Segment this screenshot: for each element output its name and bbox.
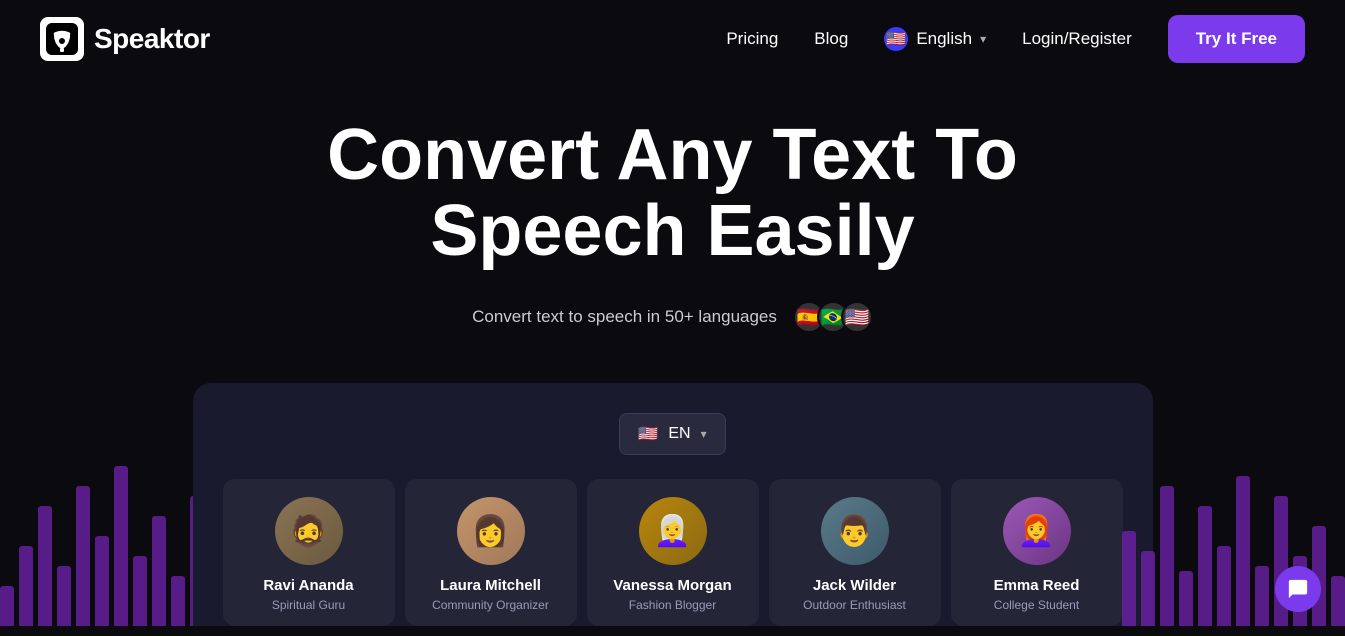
lang-code: EN: [668, 425, 690, 443]
navbar: Speaktor Pricing Blog 🇺🇸 English ▾ Login…: [0, 0, 1345, 78]
voice-card-emma[interactable]: 👩‍🦰 Emma Reed College Student: [951, 479, 1123, 626]
voice-name-laura: Laura Mitchell: [440, 577, 541, 594]
voice-role-vanessa: Fashion Blogger: [629, 598, 716, 612]
voice-avatar-ravi: 🧔: [275, 497, 343, 565]
wave-bar: [38, 506, 52, 626]
flags-row: 🇪🇸 🇧🇷 🇺🇸: [793, 301, 873, 333]
pricing-link[interactable]: Pricing: [726, 29, 778, 49]
app-preview: 🇺🇸 EN ▾ 🧔 Ravi Ananda Spiritual Guru 👩 Laura…: [193, 383, 1153, 626]
wave-bar: [1255, 566, 1269, 626]
logo-text: Speaktor: [94, 23, 210, 55]
wave-bar: [1179, 571, 1193, 626]
wave-bar: [1236, 476, 1250, 626]
wave-bar: [1217, 546, 1231, 626]
wave-bar: [1141, 551, 1155, 626]
voice-name-jack: Jack Wilder: [813, 577, 896, 594]
voice-name-vanessa: Vanessa Morgan: [613, 577, 731, 594]
voice-role-laura: Community Organizer: [432, 598, 549, 612]
voice-role-jack: Outdoor Enthusiast: [803, 598, 906, 612]
wave-bar: [152, 516, 166, 626]
wave-bar: [171, 576, 185, 626]
voice-card-ravi[interactable]: 🧔 Ravi Ananda Spiritual Guru: [223, 479, 395, 626]
voice-card-laura[interactable]: 👩 Laura Mitchell Community Organizer: [405, 479, 577, 626]
logo-icon: [40, 17, 84, 61]
waveform-left: [0, 406, 223, 626]
subtitle-text: Convert text to speech in 50+ languages: [472, 307, 777, 327]
wave-bar: [95, 536, 109, 626]
app-preview-wrapper: 🇺🇸 EN ▾ 🧔 Ravi Ananda Spiritual Guru 👩 Laura…: [0, 383, 1345, 626]
wave-bar: [19, 546, 33, 626]
blog-link[interactable]: Blog: [814, 29, 848, 49]
wave-bar: [76, 486, 90, 626]
lang-flag: 🇺🇸: [638, 424, 658, 444]
wave-bar: [1331, 576, 1345, 626]
voice-avatar-laura: 👩: [457, 497, 525, 565]
chat-button[interactable]: [1275, 566, 1321, 612]
login-link[interactable]: Login/Register: [1022, 29, 1132, 49]
chevron-down-icon: ▾: [701, 427, 707, 441]
voice-role-ravi: Spiritual Guru: [272, 598, 345, 612]
voice-card-jack[interactable]: 👨 Jack Wilder Outdoor Enthusiast: [769, 479, 941, 626]
voice-card-vanessa[interactable]: 👩‍🦳 Vanessa Morgan Fashion Blogger: [587, 479, 759, 626]
logo[interactable]: Speaktor: [40, 17, 210, 61]
language-dropdown[interactable]: 🇺🇸 EN ▾: [619, 413, 725, 455]
voice-role-emma: College Student: [994, 598, 1079, 612]
language-label: English: [916, 29, 972, 49]
try-it-free-button[interactable]: Try It Free: [1168, 15, 1305, 63]
voice-avatar-emma: 👩‍🦰: [1003, 497, 1071, 565]
voice-name-emma: Emma Reed: [994, 577, 1080, 594]
hero-title: Convert Any Text To Speech Easily: [223, 118, 1123, 269]
wave-bar: [133, 556, 147, 626]
voice-name-ravi: Ravi Ananda: [263, 577, 353, 594]
hero-section: Convert Any Text To Speech Easily Conver…: [0, 78, 1345, 333]
language-selector[interactable]: 🇺🇸 English ▾: [884, 27, 986, 51]
wave-bar: [1122, 531, 1136, 626]
wave-bar: [1198, 506, 1212, 626]
chevron-down-icon: ▾: [980, 32, 986, 46]
flag-usa: 🇺🇸: [841, 301, 873, 333]
wave-bar: [114, 466, 128, 626]
app-top-bar: 🇺🇸 EN ▾: [223, 413, 1123, 455]
hero-subtitle: Convert text to speech in 50+ languages …: [20, 301, 1325, 333]
nav-links: Pricing Blog 🇺🇸 English ▾ Login/Register…: [726, 15, 1305, 63]
flag-icon: 🇺🇸: [884, 27, 908, 51]
voices-row: 🧔 Ravi Ananda Spiritual Guru 👩 Laura Mitchel…: [223, 479, 1123, 626]
voice-avatar-jack: 👨: [821, 497, 889, 565]
wave-bar: [57, 566, 71, 626]
wave-bar: [1160, 486, 1174, 626]
wave-bar: [0, 586, 14, 626]
voice-avatar-vanessa: 👩‍🦳: [639, 497, 707, 565]
